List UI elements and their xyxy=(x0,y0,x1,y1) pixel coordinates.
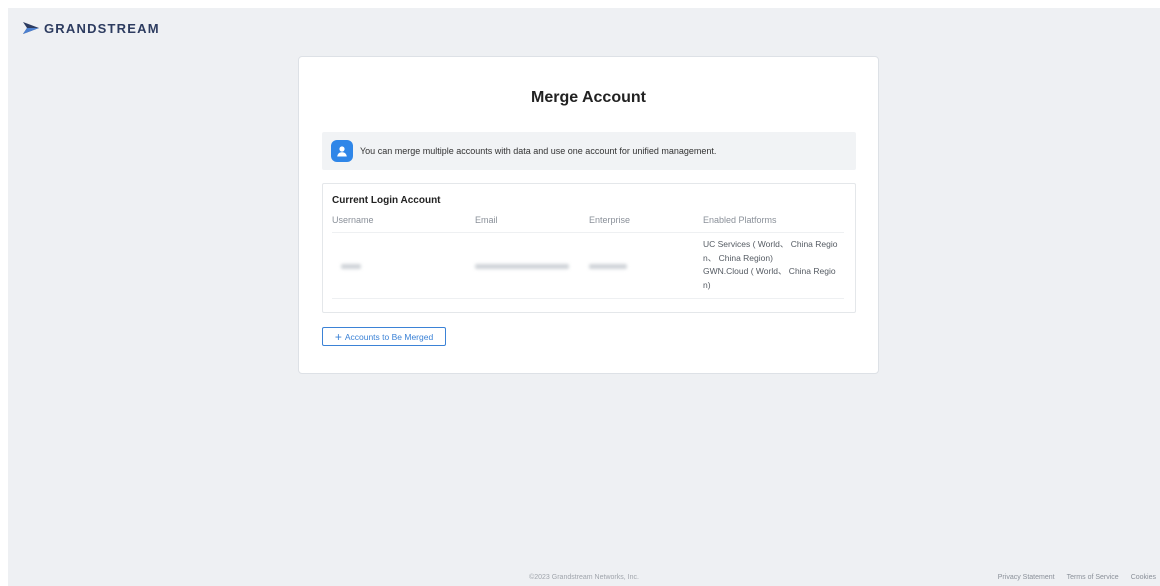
table-divider xyxy=(332,298,844,299)
enabled-platforms-cell: UC Services ( World、 China Regio n、 Chin… xyxy=(703,238,843,292)
info-notice: You can merge multiple accounts with dat… xyxy=(322,132,856,170)
column-header-enterprise: Enterprise xyxy=(589,215,631,225)
terms-of-service-link[interactable]: Terms of Service xyxy=(1067,574,1119,581)
footer-copyright: ©2023 Grandstream Networks, Inc. xyxy=(529,574,639,581)
current-account-table: Current Login Account Username Email Ent… xyxy=(322,183,856,313)
grandstream-logo-icon xyxy=(23,22,39,34)
enterprise-value-redacted xyxy=(589,264,627,269)
table-divider xyxy=(332,232,844,233)
user-icon xyxy=(331,140,353,162)
username-value-redacted xyxy=(341,264,361,269)
column-header-enabled-platforms: Enabled Platforms xyxy=(703,215,777,225)
merge-account-card: Merge Account You can merge multiple acc… xyxy=(298,56,879,374)
page-title: Merge Account xyxy=(531,89,646,106)
platforms-line: GWN.Cloud ( World、 China Regio xyxy=(703,266,836,276)
notice-text: You can merge multiple accounts with dat… xyxy=(360,146,717,156)
platforms-line: n) xyxy=(703,279,711,290)
brand-name: GRANDSTREAM xyxy=(44,20,160,36)
footer-links: Privacy Statement Terms of Service Cooki… xyxy=(998,574,1156,581)
email-value-redacted xyxy=(475,264,569,269)
platforms-line: UC Services ( World、 China Regio xyxy=(703,239,838,249)
column-header-username: Username xyxy=(332,215,374,225)
cookies-link[interactable]: Cookies xyxy=(1131,574,1156,581)
page-background: GRANDSTREAM Merge Account You can merge … xyxy=(8,8,1160,586)
column-header-email: Email xyxy=(475,215,498,225)
merge-button-label: Accounts to Be Merged xyxy=(344,331,434,342)
current-account-title: Current Login Account xyxy=(332,195,441,206)
brand-logo[interactable]: GRANDSTREAM xyxy=(22,20,160,36)
add-accounts-to-merge-button[interactable]: + Accounts to Be Merged xyxy=(322,327,446,346)
platforms-line: n、 China Region) xyxy=(703,252,773,263)
plus-icon: + xyxy=(334,329,342,344)
privacy-statement-link[interactable]: Privacy Statement xyxy=(998,574,1055,581)
